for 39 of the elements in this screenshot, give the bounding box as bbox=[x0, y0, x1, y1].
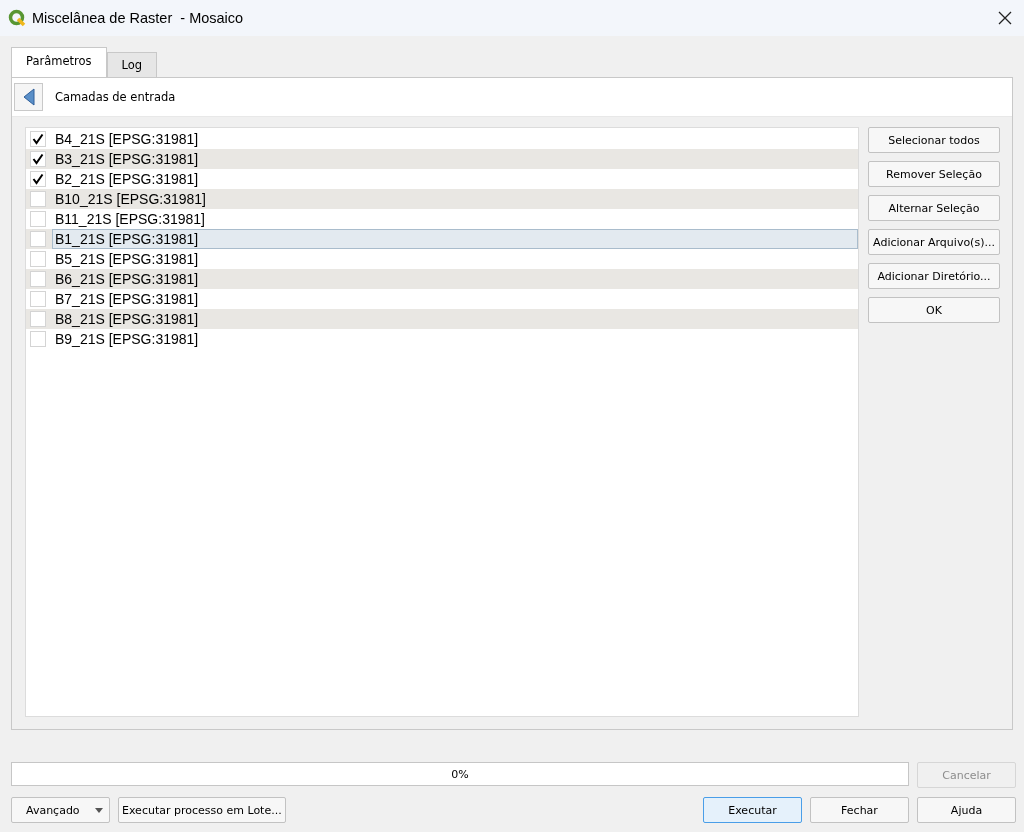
side-button[interactable]: Remover Seleção bbox=[868, 161, 1000, 187]
layer-item[interactable]: B7_21S [EPSG:31981] bbox=[52, 289, 858, 309]
side-button[interactable]: OK bbox=[868, 297, 1000, 323]
batch-button[interactable]: Executar processo em Lote... bbox=[118, 797, 286, 823]
advanced-dropdown[interactable]: Avançado bbox=[11, 797, 110, 823]
progress-reading: 0% bbox=[451, 767, 469, 781]
side-button[interactable]: Adicionar Arquivo(s)... bbox=[868, 229, 1000, 255]
tab[interactable]: Log bbox=[106, 52, 158, 77]
checkbox[interactable] bbox=[30, 231, 46, 247]
footer-button[interactable]: Fechar bbox=[810, 797, 909, 823]
checkbox[interactable] bbox=[30, 291, 46, 307]
checkbox[interactable] bbox=[30, 331, 46, 347]
side-button[interactable]: Selecionar todos bbox=[868, 127, 1000, 153]
checkbox[interactable] bbox=[30, 151, 46, 167]
checkbox[interactable] bbox=[30, 191, 46, 207]
close-icon[interactable] bbox=[998, 11, 1012, 25]
layer-item[interactable]: B4_21S [EPSG:31981] bbox=[52, 129, 858, 149]
checkbox[interactable] bbox=[30, 211, 46, 227]
checkbox[interactable] bbox=[30, 251, 46, 267]
checkbox[interactable] bbox=[30, 311, 46, 327]
caret-icon bbox=[95, 807, 103, 813]
triangle-left-icon bbox=[22, 88, 35, 106]
layer-item[interactable]: B2_21S [EPSG:31981] bbox=[52, 169, 858, 189]
back-button[interactable] bbox=[14, 83, 43, 111]
side-button[interactable]: Alternar Seleção bbox=[868, 195, 1000, 221]
app-logo-icon bbox=[8, 9, 26, 27]
footer-button[interactable]: Ajuda bbox=[917, 797, 1016, 823]
footer-button[interactable]: Executar bbox=[703, 797, 802, 823]
layer-item[interactable]: B5_21S [EPSG:31981] bbox=[52, 249, 858, 269]
checkbox[interactable] bbox=[30, 271, 46, 287]
checkbox[interactable] bbox=[30, 171, 46, 187]
section-title: Camadas de entrada bbox=[55, 90, 176, 104]
side-button[interactable]: Adicionar Diretório... bbox=[868, 263, 1000, 289]
checkbox[interactable] bbox=[30, 131, 46, 147]
layer-item[interactable]: B1_21S [EPSG:31981] bbox=[52, 229, 858, 249]
layer-item[interactable]: B11_21S [EPSG:31981] bbox=[52, 209, 858, 229]
layer-item[interactable]: B9_21S [EPSG:31981] bbox=[52, 329, 858, 349]
window-title: Miscelânea de Raster - Mosaico bbox=[32, 10, 244, 26]
tab[interactable]: Parâmetros bbox=[11, 47, 107, 77]
